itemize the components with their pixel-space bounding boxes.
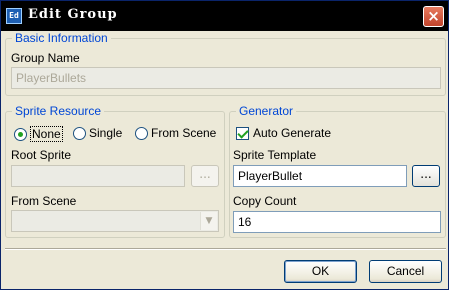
radio-from-scene-indicator xyxy=(135,126,148,140)
title-bar[interactable]: Ed Edit Group × xyxy=(1,1,448,31)
copy-count-field[interactable]: 16 xyxy=(233,211,441,233)
radio-single-label: Single xyxy=(89,126,123,140)
root-sprite-field[interactable] xyxy=(11,165,185,187)
ok-button[interactable]: OK xyxy=(284,260,357,283)
sprite-resource-legend: Sprite Resource xyxy=(12,104,105,118)
radio-none-label: None xyxy=(30,126,63,142)
radio-from-scene-label: From Scene xyxy=(151,126,217,140)
app-icon: Ed xyxy=(6,8,22,24)
sprite-template-label: Sprite Template xyxy=(233,148,317,162)
close-button[interactable]: × xyxy=(423,6,444,27)
close-icon: × xyxy=(427,7,440,25)
auto-generate-checkbox[interactable]: Auto Generate xyxy=(236,126,331,140)
group-name-label: Group Name xyxy=(11,51,80,65)
chevron-down-icon: ▼ xyxy=(200,212,217,230)
cancel-button[interactable]: Cancel xyxy=(369,260,442,283)
group-name-field[interactable]: PlayerBullets xyxy=(11,67,441,89)
generator-legend: Generator xyxy=(236,104,297,118)
radio-none[interactable]: None xyxy=(14,126,63,142)
window-title: Edit Group xyxy=(28,7,118,22)
auto-generate-check-indicator xyxy=(236,126,249,140)
copy-count-label: Copy Count xyxy=(233,194,297,208)
radio-single-indicator xyxy=(73,126,86,140)
radio-from-scene[interactable]: From Scene xyxy=(135,126,216,140)
auto-generate-label: Auto Generate xyxy=(253,126,332,140)
radio-none-indicator xyxy=(14,127,27,141)
radio-single[interactable]: Single xyxy=(73,126,122,140)
sprite-template-browse-button[interactable]: ... xyxy=(412,165,440,187)
from-scene-select[interactable]: ▼ xyxy=(11,210,219,232)
footer-divider xyxy=(5,248,446,250)
from-scene-label: From Scene xyxy=(11,194,77,208)
sprite-template-field[interactable]: PlayerBullet xyxy=(233,165,407,187)
edit-group-dialog: Ed Edit Group × Basic Information Group … xyxy=(0,0,449,290)
basic-information-legend: Basic Information xyxy=(12,31,111,45)
root-sprite-label: Root Sprite xyxy=(11,148,72,162)
root-sprite-browse-button[interactable]: ... xyxy=(191,165,219,187)
